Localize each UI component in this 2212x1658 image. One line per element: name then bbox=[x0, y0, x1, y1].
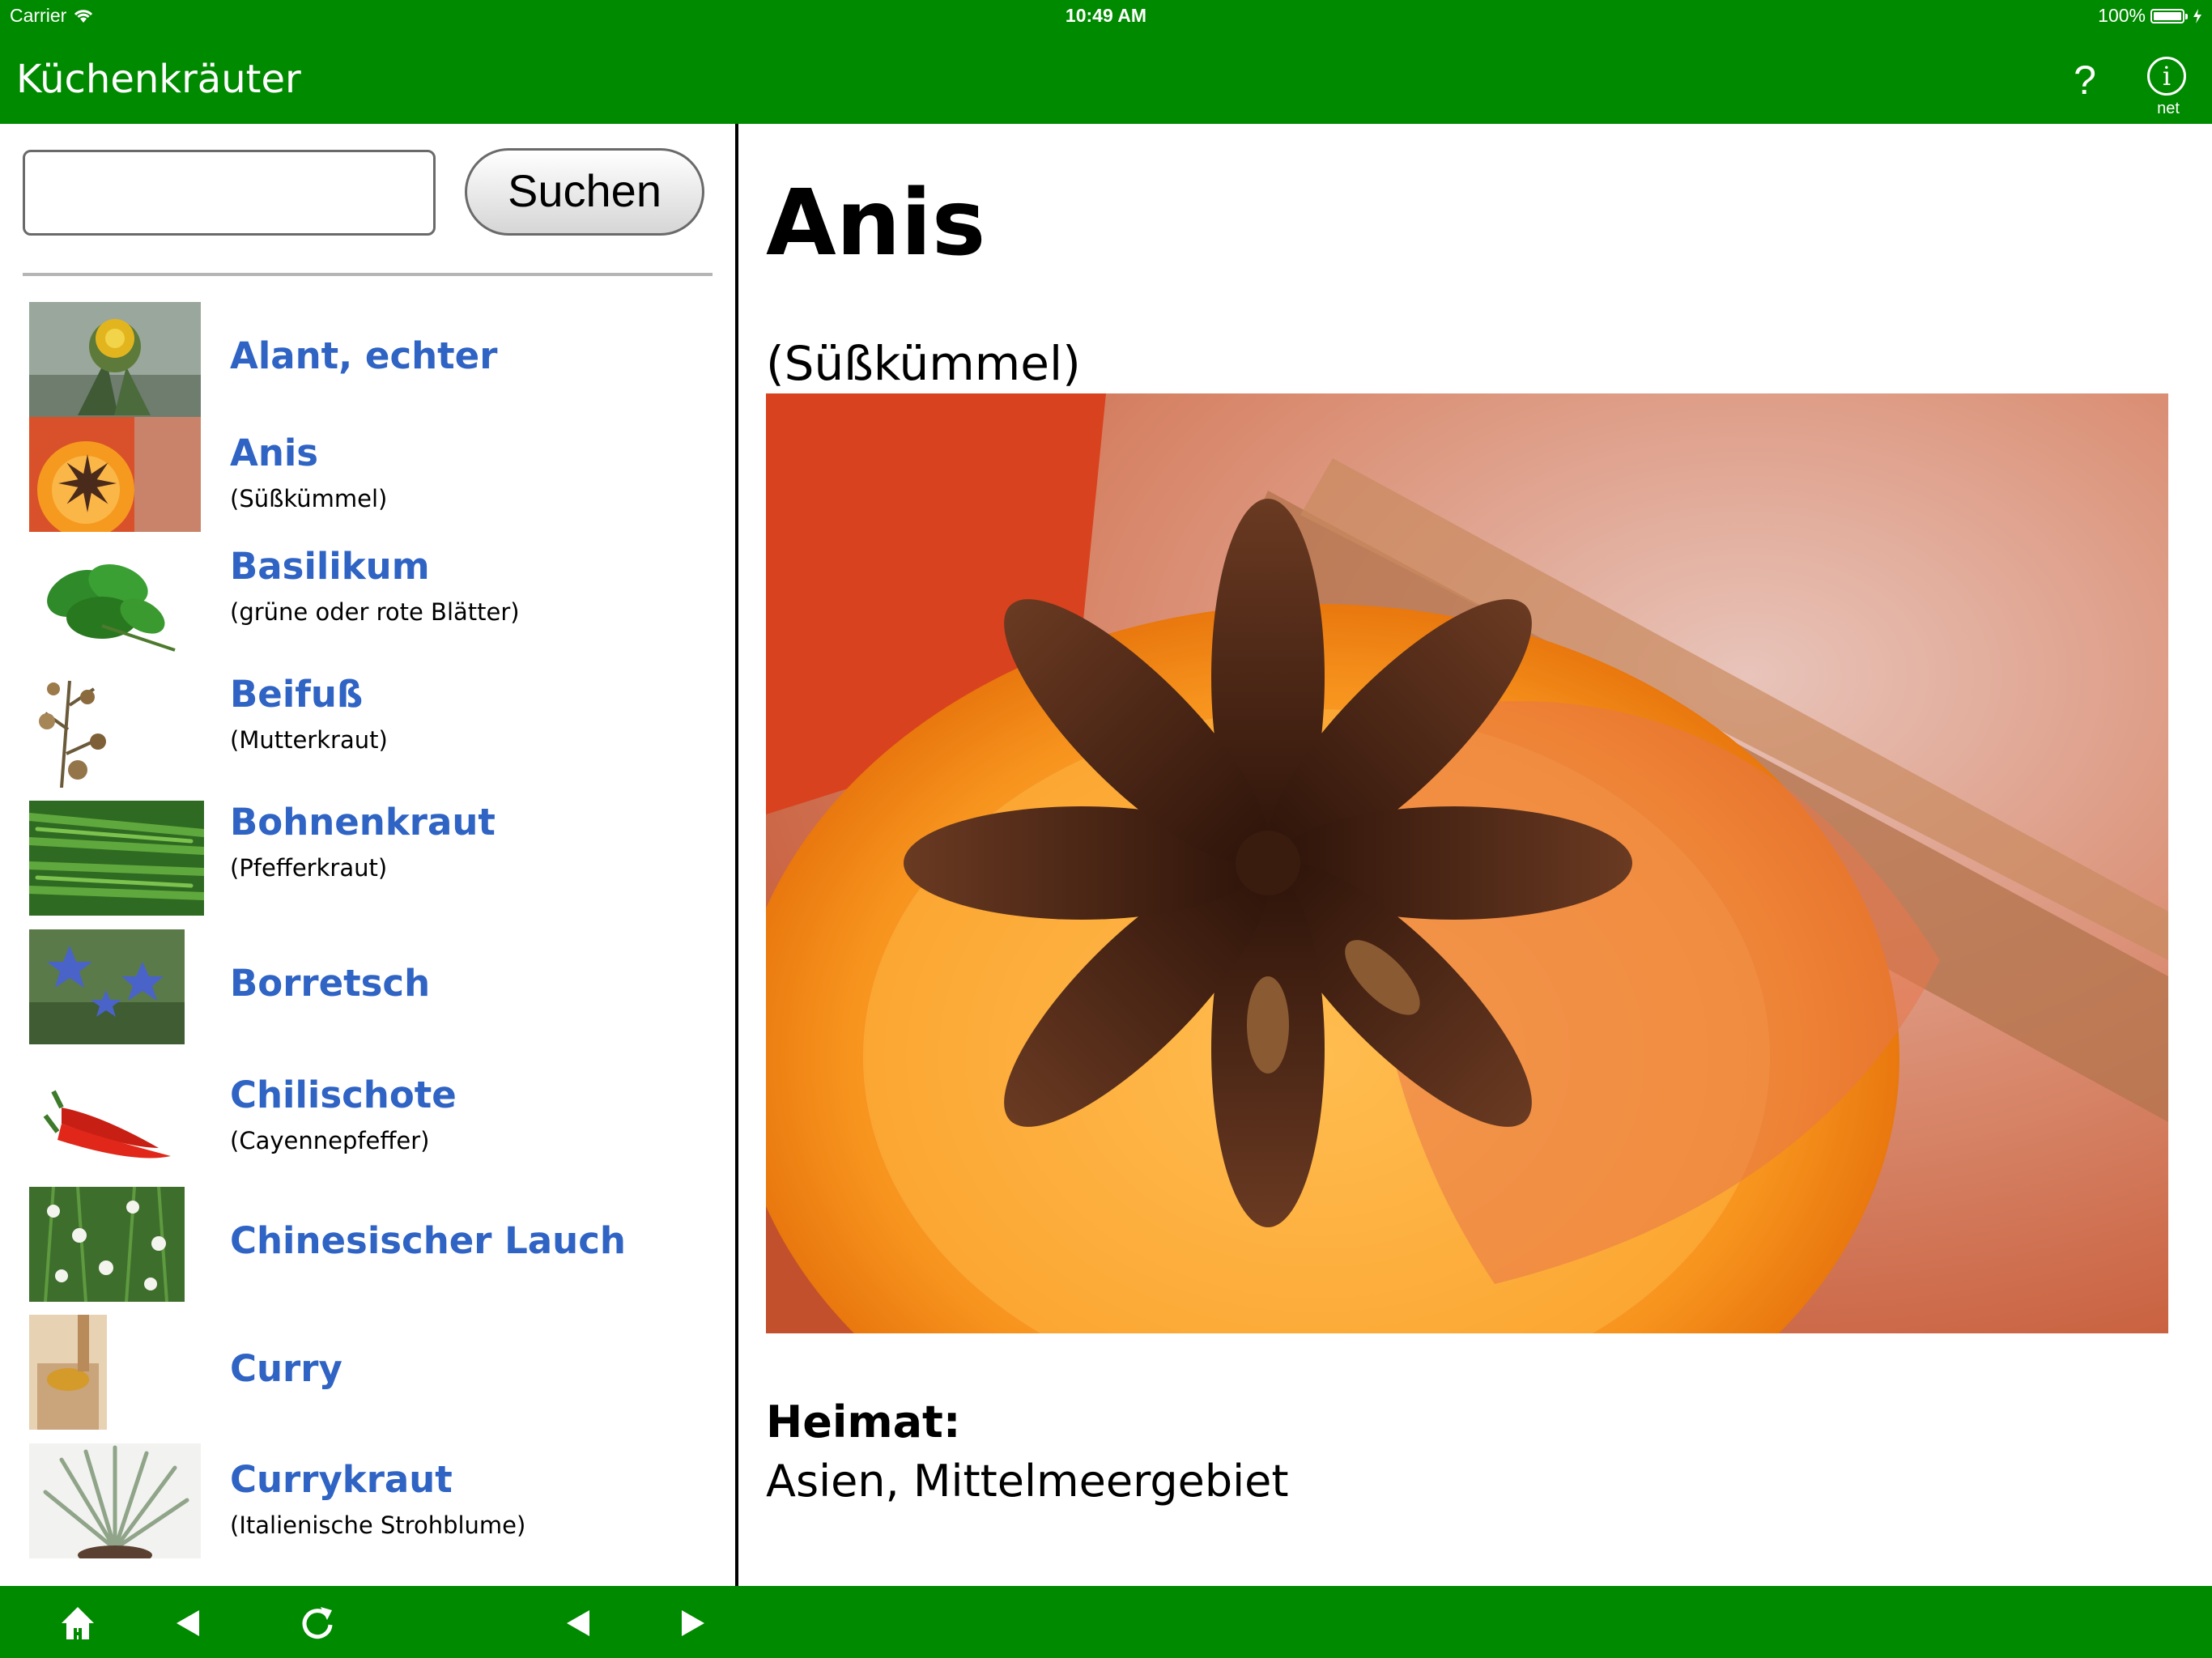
status-bar: Carrier 10:49 AM 100% bbox=[0, 0, 2212, 34]
chilischote-thumbnail bbox=[29, 1059, 191, 1174]
search-button[interactable]: Suchen bbox=[465, 148, 704, 236]
lauch-thumbnail bbox=[29, 1187, 185, 1302]
next-icon[interactable] bbox=[667, 1597, 719, 1649]
top-bar: Carrier 10:49 AM 100% Küchenkräuter ? i … bbox=[0, 0, 2212, 124]
currykraut-thumbnail bbox=[29, 1443, 201, 1558]
search-input[interactable] bbox=[23, 150, 436, 236]
heimat-value: Asien, Mittelmeergebiet bbox=[766, 1456, 1289, 1507]
list-item[interactable]: Borretsch bbox=[0, 929, 735, 1051]
battery-icon bbox=[2150, 8, 2188, 23]
list-item-subtitle: (Mutterkraut) bbox=[230, 726, 388, 754]
list-item-subtitle: (grüne oder rote Blätter) bbox=[230, 598, 520, 626]
curry-thumbnail bbox=[29, 1315, 107, 1430]
detail-title: Anis bbox=[766, 171, 986, 276]
bottom-toolbar bbox=[0, 1586, 2212, 1658]
list-item[interactable]: Beifuß (Mutterkraut) bbox=[0, 673, 735, 794]
list-item-name: Borretsch bbox=[230, 962, 431, 1005]
list-item[interactable]: Curry bbox=[0, 1315, 735, 1436]
beifuss-thumbnail bbox=[29, 673, 120, 788]
search-divider bbox=[23, 273, 713, 276]
bohnenkraut-thumbnail bbox=[29, 801, 204, 916]
alant-thumbnail bbox=[29, 302, 201, 417]
list-item-name: Bohnenkraut bbox=[230, 801, 496, 844]
anis-thumbnail bbox=[29, 417, 201, 532]
herb-photo bbox=[766, 393, 2168, 1333]
previous-icon[interactable] bbox=[552, 1597, 604, 1649]
help-button[interactable]: ? bbox=[2063, 52, 2107, 108]
list-item-name: Anis bbox=[230, 432, 319, 474]
list-item-subtitle: (Süßkümmel) bbox=[230, 485, 388, 512]
back-icon[interactable] bbox=[162, 1597, 214, 1649]
battery-indicator: 100% bbox=[2098, 5, 2202, 27]
list-item-name: Currykraut bbox=[230, 1458, 453, 1501]
detail-subtitle: (Süßkümmel) bbox=[766, 336, 1081, 391]
list-item[interactable]: Chinesischer Lauch bbox=[0, 1187, 735, 1308]
list-item-name: Chilischote bbox=[230, 1073, 457, 1116]
list-item-subtitle: (Cayennepfeffer) bbox=[230, 1127, 430, 1154]
list-item-subtitle: (Pfefferkraut) bbox=[230, 854, 388, 882]
herb-list-pane: Suchen Alant, echter Anis (Süßkümmel) Ba… bbox=[0, 124, 735, 1586]
battery-label: 100% bbox=[2098, 5, 2146, 26]
list-item-subtitle: (Italienische Strohblume) bbox=[230, 1511, 526, 1539]
list-item-name: Alant, echter bbox=[230, 334, 498, 377]
charging-icon bbox=[2193, 8, 2201, 23]
clock: 10:49 AM bbox=[1065, 5, 1147, 26]
home-icon[interactable] bbox=[52, 1597, 104, 1649]
list-item-name: Chinesischer Lauch bbox=[230, 1219, 626, 1262]
list-item[interactable]: Alant, echter bbox=[0, 302, 735, 423]
list-item[interactable]: Currykraut (Italienische Strohblume) bbox=[0, 1443, 735, 1565]
list-item[interactable]: Chilischote (Cayennepfeffer) bbox=[0, 1059, 735, 1180]
reload-icon[interactable] bbox=[291, 1597, 343, 1649]
list-item-name: Beifuß bbox=[230, 673, 364, 716]
detail-pane: Anis (Süßkümmel) Heimat: Asien, Mittelme… bbox=[738, 124, 2212, 1586]
list-item-name: Basilikum bbox=[230, 545, 430, 588]
list-item-name: Curry bbox=[230, 1347, 342, 1390]
basilikum-thumbnail bbox=[29, 545, 188, 660]
app-title: Küchenkräuter bbox=[16, 57, 301, 102]
list-item[interactable]: Anis (Süßkümmel) bbox=[0, 417, 735, 538]
heimat-label: Heimat: bbox=[766, 1397, 961, 1448]
info-button-caption: net bbox=[2157, 100, 2180, 117]
borretsch-thumbnail bbox=[29, 929, 185, 1044]
info-button[interactable]: i bbox=[2147, 57, 2186, 96]
list-item[interactable]: Bohnenkraut (Pfefferkraut) bbox=[0, 801, 735, 922]
list-item[interactable]: Basilikum (grüne oder rote Blätter) bbox=[0, 545, 735, 666]
